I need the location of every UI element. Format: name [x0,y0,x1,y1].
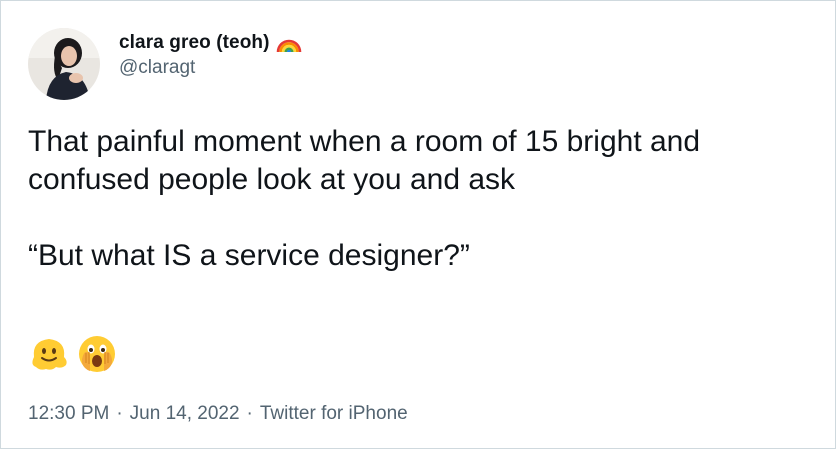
author-names: clara greo (teoh) @claragt [119,32,302,79]
tweet-meta: 12:30 PM · Jun 14, 2022 · Twitter for iP… [28,403,408,425]
face-with-open-eyes-and-hand-over-mouth-icon [79,336,115,372]
tweet-source[interactable]: Twitter for iPhone [260,403,408,425]
rainbow-icon [276,39,301,52]
tweet-card: clara greo (teoh) @claragt That painful … [0,0,836,449]
emoji-row [28,333,118,375]
melting-face-icon [32,339,67,370]
tweet-text: That painful moment when a room of 15 br… [28,125,701,272]
tweet-header: clara greo (teoh) @claragt [28,28,302,100]
tweet-date[interactable]: Jun 14, 2022 [130,403,240,425]
meta-separator: · [116,403,123,424]
display-name: clara greo (teoh) [119,31,270,53]
handle[interactable]: @claragt [119,57,302,79]
avatar-photo-icon [28,28,100,100]
display-name-row[interactable]: clara greo (teoh) [119,32,302,54]
meta-separator: · [246,403,253,424]
avatar[interactable] [28,28,100,100]
tweet-time[interactable]: 12:30 PM [28,403,109,425]
